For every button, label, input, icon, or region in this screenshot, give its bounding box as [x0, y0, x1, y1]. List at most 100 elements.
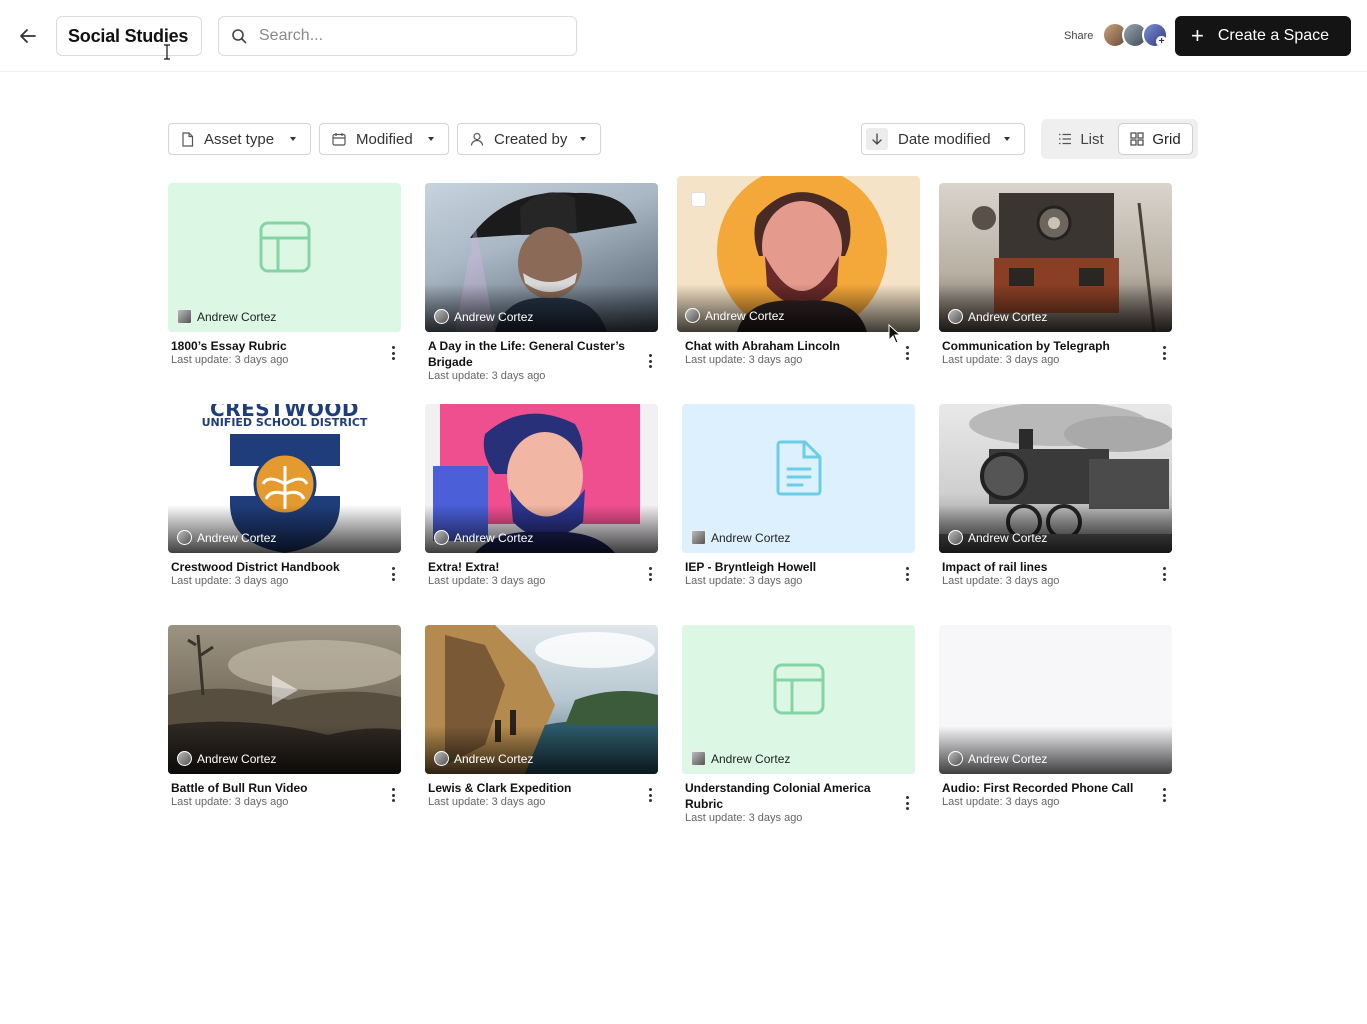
more-options-icon[interactable]: [643, 353, 657, 369]
owner-avatar: [948, 309, 963, 324]
card-thumbnail[interactable]: Andrew Cortez: [425, 404, 658, 553]
create-space-label: Create a Space: [1217, 27, 1330, 44]
owner-name: Andrew Cortez: [454, 309, 534, 324]
list-view-button[interactable]: List: [1046, 123, 1116, 155]
owner-name: Andrew Cortez: [705, 308, 785, 323]
card-thumbnail[interactable]: Andrew Cortez: [939, 625, 1172, 774]
plus-icon: +: [1191, 23, 1204, 48]
owner-name: Andrew Cortez: [197, 530, 277, 545]
card-thumbnail[interactable]: Andrew Cortez: [682, 625, 915, 774]
card-owner: Andrew Cortez: [434, 751, 533, 766]
owner-avatar: [948, 751, 963, 766]
owner-avatar: [177, 530, 192, 545]
card-last-update: Last update: 3 days ago: [171, 354, 289, 366]
created-by-filter[interactable]: Created by: [457, 123, 601, 155]
more-options-icon[interactable]: [1157, 566, 1171, 582]
card-thumbnail[interactable]: Andrew Cortez: [682, 404, 915, 553]
card-title[interactable]: Impact of rail lines: [942, 559, 1147, 575]
owner-avatar: [685, 308, 700, 323]
card-owner: Andrew Cortez: [685, 308, 784, 323]
avatar[interactable]: +: [1142, 22, 1168, 48]
thumbnail-shade: [939, 284, 1172, 332]
card-owner: Andrew Cortez: [177, 309, 276, 324]
owner-avatar: [434, 751, 449, 766]
caret-down-icon: [580, 137, 586, 141]
more-options-icon[interactable]: [643, 566, 657, 582]
owner-avatar: [177, 309, 192, 324]
card-thumbnail[interactable]: Andrew Cortez: [425, 625, 658, 774]
play-icon[interactable]: [270, 673, 300, 707]
card-last-update: Last update: 3 days ago: [685, 354, 803, 366]
more-options-icon[interactable]: [1157, 345, 1171, 361]
card-thumbnail[interactable]: Andrew Cortez: [425, 183, 658, 332]
thumbnail-shade: [939, 726, 1172, 774]
owner-name: Andrew Cortez: [711, 751, 791, 766]
more-options-icon[interactable]: [900, 795, 914, 811]
owner-name: Andrew Cortez: [968, 309, 1048, 324]
sort-dropdown[interactable]: Date modified: [861, 123, 1025, 155]
search-input[interactable]: [259, 27, 549, 45]
select-checkbox[interactable]: [691, 192, 706, 207]
more-options-icon[interactable]: [643, 787, 657, 803]
owner-avatar: [691, 530, 706, 545]
more-options-icon[interactable]: [900, 345, 914, 361]
arrow-left-icon: [20, 29, 36, 43]
card-title[interactable]: Lewis & Clark Expedition: [428, 780, 633, 796]
card-title[interactable]: IEP - Bryntleigh Howell: [685, 559, 890, 575]
owner-name: Andrew Cortez: [454, 751, 534, 766]
owner-name: Andrew Cortez: [454, 530, 534, 545]
card-title[interactable]: A Day in the Life: General Custer’s Brig…: [428, 338, 633, 370]
more-options-icon[interactable]: [1157, 787, 1171, 803]
card-title[interactable]: Extra! Extra!: [428, 559, 633, 575]
card-title[interactable]: Crestwood District Handbook: [171, 559, 376, 575]
thumbnail-shade: [168, 505, 401, 553]
grid-view-button[interactable]: Grid: [1118, 123, 1193, 155]
more-options-icon[interactable]: [900, 566, 914, 582]
thumbnail-shade: [168, 726, 401, 774]
card-title[interactable]: Audio: First Recorded Phone Call: [942, 780, 1147, 796]
asset-type-filter[interactable]: Asset type: [168, 123, 311, 155]
thumbnail-shade: [425, 726, 658, 774]
card-last-update: Last update: 3 days ago: [428, 575, 546, 587]
card-last-update: Last update: 3 days ago: [428, 796, 546, 808]
owner-avatar: [691, 751, 706, 766]
text-cursor-icon: [164, 44, 170, 60]
card-owner: Andrew Cortez: [177, 530, 276, 545]
collaborator-avatars[interactable]: +: [1102, 22, 1168, 50]
card-last-update: Last update: 3 days ago: [942, 575, 1060, 587]
owner-avatar: [434, 309, 449, 324]
card-thumbnail[interactable]: Andrew Cortez: [677, 176, 920, 332]
search-box[interactable]: [218, 16, 577, 56]
card-last-update: Last update: 3 days ago: [685, 575, 803, 587]
more-options-icon[interactable]: [386, 566, 400, 582]
file-icon: [182, 131, 194, 147]
space-title[interactable]: Social Studies: [56, 16, 202, 56]
modified-filter[interactable]: Modified: [319, 123, 449, 155]
card-last-update: Last update: 3 days ago: [685, 812, 803, 824]
card-thumbnail[interactable]: Andrew Cortez: [939, 183, 1172, 332]
create-space-button[interactable]: + Create a Space: [1175, 16, 1351, 56]
more-options-icon[interactable]: [386, 345, 400, 361]
card-owner: Andrew Cortez: [434, 309, 533, 324]
card-thumbnail[interactable]: CRESTWOOD UNIFIED SCHOOL DISTRICT Andrew…: [168, 404, 401, 553]
card-thumbnail[interactable]: Andrew Cortez: [168, 625, 401, 774]
owner-name: Andrew Cortez: [197, 751, 277, 766]
asset-type-label: Asset type: [204, 130, 275, 148]
card-title[interactable]: Chat with Abraham Lincoln: [685, 338, 890, 354]
card-title[interactable]: 1800’s Essay Rubric: [171, 338, 376, 354]
card-title[interactable]: Understanding Colonial America Rubric: [685, 780, 890, 812]
owner-name: Andrew Cortez: [968, 751, 1048, 766]
more-options-icon[interactable]: [386, 787, 400, 803]
back-button[interactable]: [14, 22, 42, 50]
card-title[interactable]: Communication by Telegraph: [942, 338, 1147, 354]
modified-label: Modified: [356, 130, 413, 148]
card-owner: Andrew Cortez: [177, 751, 276, 766]
owner-avatar: [434, 530, 449, 545]
card-title[interactable]: Battle of Bull Run Video: [171, 780, 376, 796]
share-link[interactable]: Share: [1064, 30, 1093, 42]
card-thumbnail[interactable]: Andrew Cortez: [939, 404, 1172, 553]
mouse-pointer-icon: [888, 324, 902, 344]
owner-name: Andrew Cortez: [968, 530, 1048, 545]
caret-down-icon: [290, 137, 296, 141]
card-thumbnail[interactable]: Andrew Cortez: [168, 183, 401, 332]
